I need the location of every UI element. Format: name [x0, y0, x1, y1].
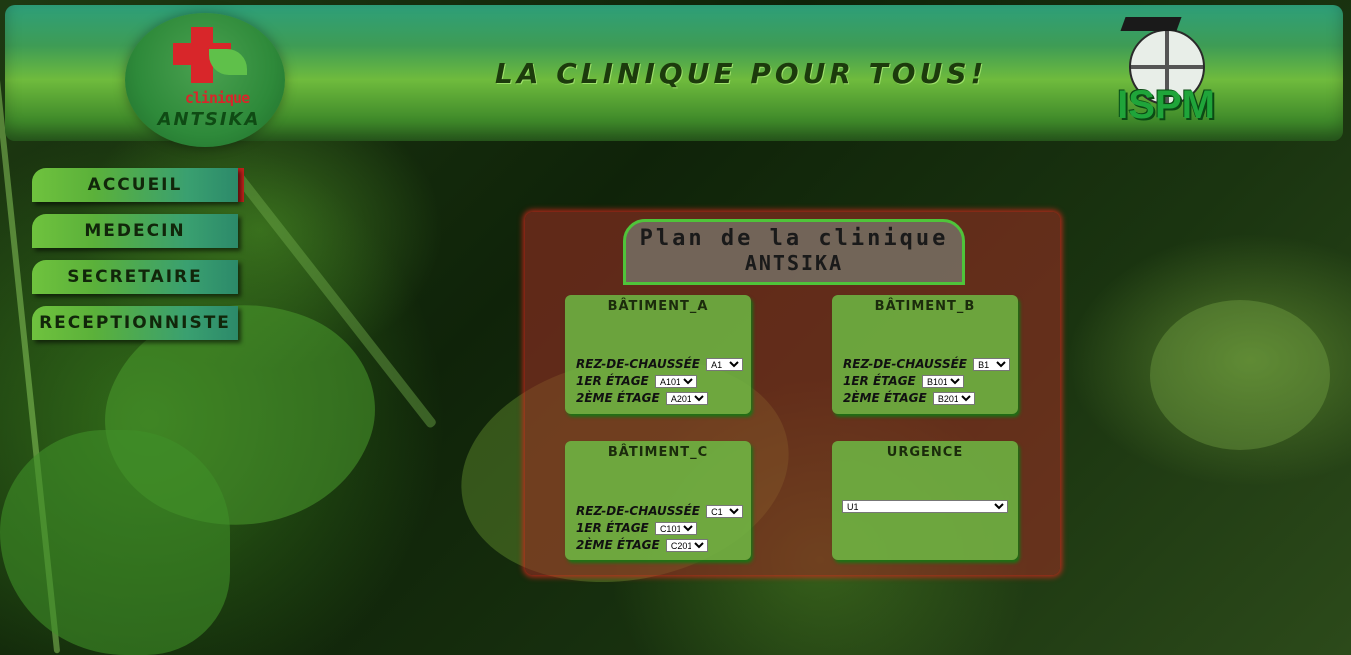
floor-label: 1ER ÉTAGE	[843, 374, 916, 388]
floor-label: 1ER ÉTAGE	[576, 374, 649, 388]
building-a-ground-floor-select[interactable]: A1	[706, 358, 744, 371]
site-title: LA CLINIQUE POUR TOUS!	[495, 57, 988, 90]
building-c-second-floor: 2ÈME ÉTAGE C201	[576, 537, 708, 553]
plan-title-line2: ANTSIKA	[744, 251, 844, 275]
floor-label: 1ER ÉTAGE	[576, 521, 649, 535]
nav-accueil-button[interactable]: ACCUEIL	[32, 168, 238, 202]
building-b-title: BÂTIMENT_B	[874, 299, 976, 314]
building-b-first-floor-select[interactable]: B101	[921, 375, 964, 388]
clinic-logo[interactable]: clinique ANTSIKA	[125, 13, 285, 147]
building-b-second-floor: 2ÈME ÉTAGE B201	[843, 390, 975, 406]
floor-label: 2ÈME ÉTAGE	[843, 391, 927, 405]
background-leaf	[0, 430, 230, 655]
building-b-first-floor: 1ER ÉTAGE B101	[843, 373, 964, 389]
building-a-card: BÂTIMENT_A REZ-DE-CHAUSSÉE A1 1ER ÉTAGE …	[565, 295, 751, 414]
logo-text-antsika: ANTSIKA	[157, 109, 261, 130]
nav-medecin-button[interactable]: MEDECIN	[32, 214, 238, 248]
floor-label: REZ-DE-CHAUSSÉE	[576, 357, 700, 371]
building-c-ground-floor-select[interactable]: C1	[706, 505, 744, 518]
building-a-title: BÂTIMENT_A	[607, 299, 709, 314]
urgence-title: URGENCE	[886, 445, 964, 460]
building-c-second-floor-select[interactable]: C201	[665, 539, 708, 552]
building-c-ground-floor: REZ-DE-CHAUSSÉE C1	[576, 503, 744, 519]
building-c-first-floor-select[interactable]: C101	[654, 522, 697, 535]
background-leaf	[1150, 300, 1330, 450]
leaf-icon	[209, 49, 247, 75]
floor-label: REZ-DE-CHAUSSÉE	[576, 504, 700, 518]
floor-label: 2ÈME ÉTAGE	[576, 538, 660, 552]
building-b-ground-floor: REZ-DE-CHAUSSÉE B1	[843, 356, 1011, 372]
graduation-cap-icon	[1120, 17, 1182, 31]
nav-secretaire-button[interactable]: SECRETAIRE	[32, 260, 238, 294]
building-a-second-floor-select[interactable]: A201	[665, 392, 708, 405]
floor-label: 2ÈME ÉTAGE	[576, 391, 660, 405]
ispm-logo[interactable]: ISPM	[1107, 15, 1225, 137]
building-c-card: BÂTIMENT_C REZ-DE-CHAUSSÉE C1 1ER ÉTAGE …	[565, 441, 751, 560]
nav-receptionniste-button[interactable]: RECEPTIONNISTE	[32, 306, 238, 340]
building-b-second-floor-select[interactable]: B201	[932, 392, 975, 405]
clinic-plan-panel: Plan de la clinique ANTSIKA BÂTIMENT_A R…	[525, 212, 1060, 575]
building-c-title: BÂTIMENT_C	[607, 445, 709, 460]
building-c-first-floor: 1ER ÉTAGE C101	[576, 520, 697, 536]
site-header: clinique ANTSIKA LA CLINIQUE POUR TOUS! …	[5, 5, 1343, 147]
ispm-logo-text: ISPM	[1117, 83, 1215, 127]
floor-label: REZ-DE-CHAUSSÉE	[843, 357, 967, 371]
building-a-first-floor: 1ER ÉTAGE A101	[576, 373, 697, 389]
building-a-second-floor: 2ÈME ÉTAGE A201	[576, 390, 708, 406]
building-b-ground-floor-select[interactable]: B1	[973, 358, 1011, 371]
building-a-first-floor-select[interactable]: A101	[654, 375, 697, 388]
urgence-card: URGENCE U1	[832, 441, 1018, 560]
urgence-select[interactable]: U1	[842, 500, 1008, 513]
plan-title: Plan de la clinique ANTSIKA	[623, 219, 965, 285]
plan-title-line1: Plan de la clinique	[639, 226, 949, 251]
logo-text-clinique: clinique	[184, 89, 250, 107]
building-a-ground-floor: REZ-DE-CHAUSSÉE A1	[576, 356, 744, 372]
building-b-card: BÂTIMENT_B REZ-DE-CHAUSSÉE B1 1ER ÉTAGE …	[832, 295, 1018, 414]
background-stem	[232, 170, 438, 430]
